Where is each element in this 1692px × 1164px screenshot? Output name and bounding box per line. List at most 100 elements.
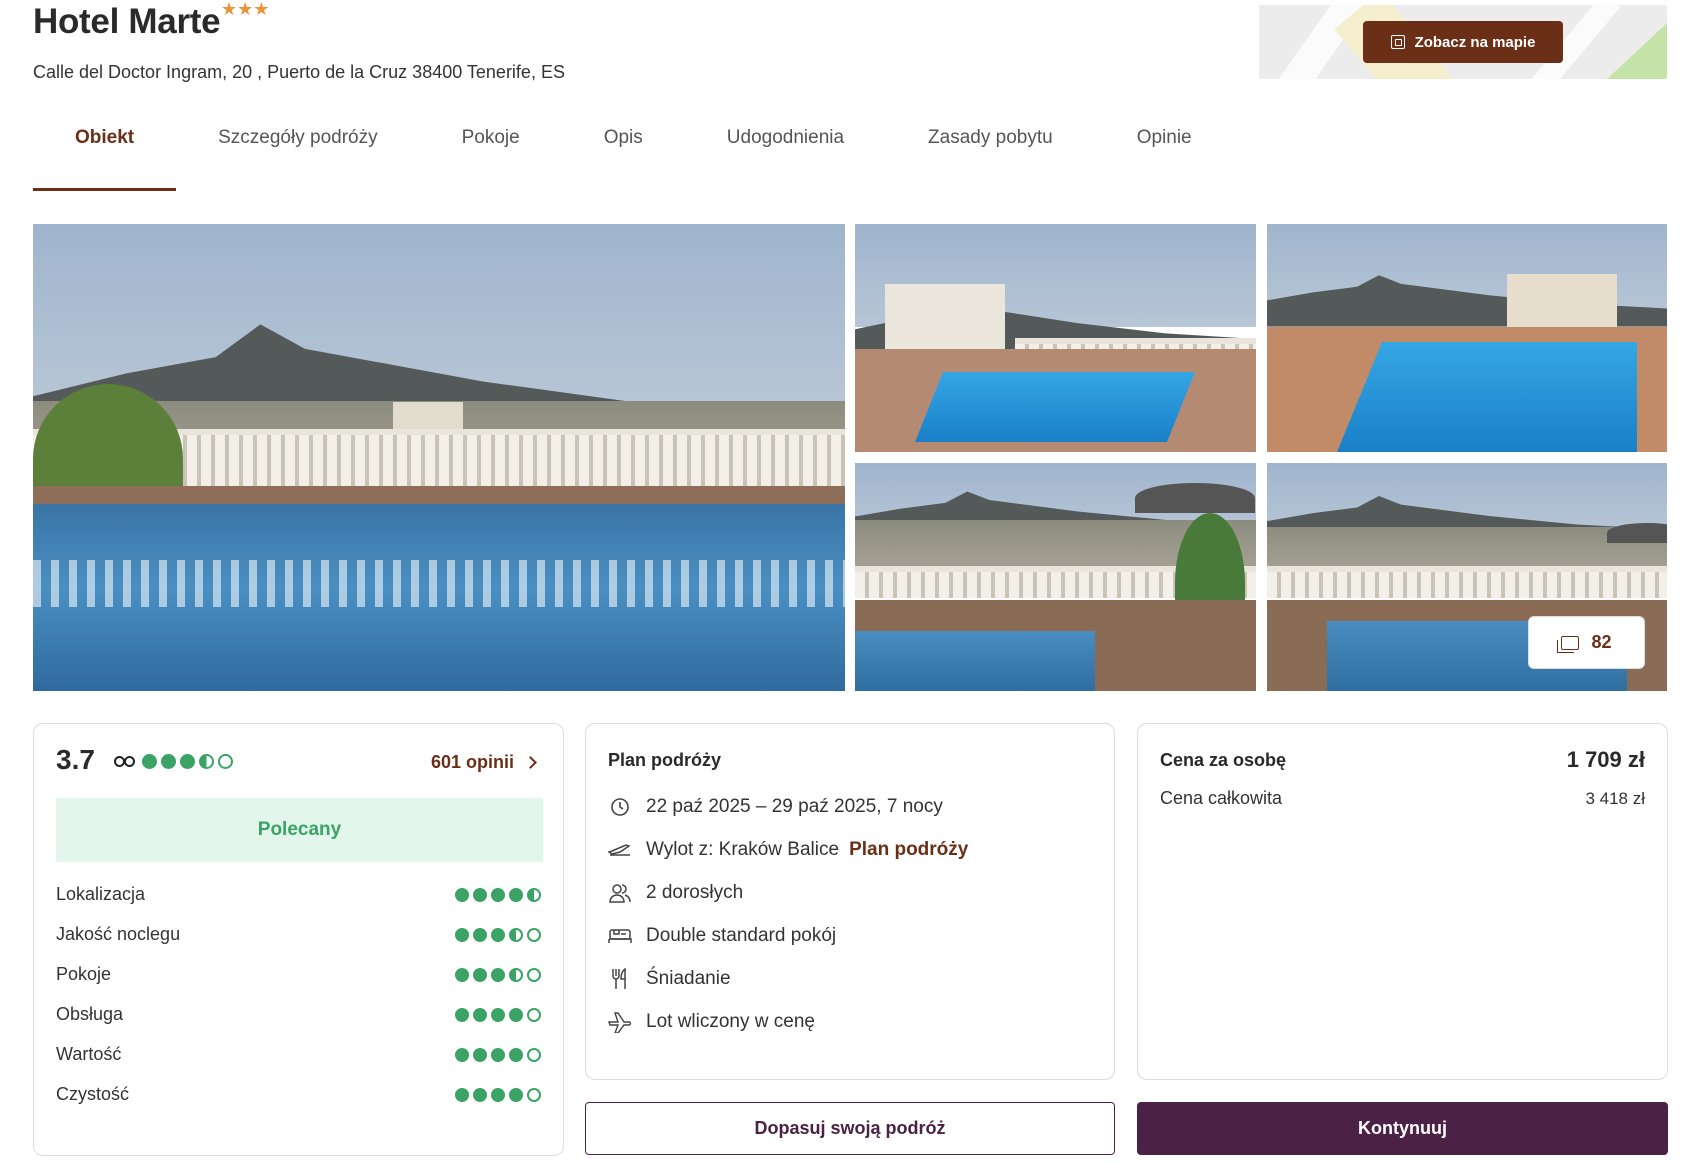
rating-criterion-label: Czystość [56,1084,130,1104]
rating-criterion-dots [455,888,541,902]
tab-house-rules[interactable]: Zasady pobytu [886,120,1095,191]
gallery-photo-2[interactable] [1267,224,1667,452]
rating-dot [455,1008,469,1022]
price-per-person-label: Cena za osobę [1160,750,1287,770]
rating-dot [491,1008,505,1022]
plan-title: Plan podróży [608,750,722,770]
rating-criterion-label: Jakość noclegu [56,924,181,944]
reviews-link[interactable]: 601 opinii [430,752,537,773]
plan-details-link[interactable]: Plan podróży [849,839,968,861]
rating-dot [509,1088,523,1102]
rating-dot [491,888,505,902]
rating-dot [473,1008,487,1022]
rating-dot [527,1048,541,1062]
see-on-map-label: Zobacz na mapie [1414,33,1536,51]
total-price-label: Cena całkowita [1160,788,1283,808]
rating-dot [180,754,195,769]
section-tabs: Obiekt Szczegóły podróży Pokoje Opis Udo… [33,120,1234,191]
see-on-map-button[interactable]: Zobacz na mapie [1363,21,1563,63]
rating-dot [491,1088,505,1102]
rating-card: 3.7 601 opinii Polecany Lokalizacja Jakoś… [33,723,564,1156]
continue-button[interactable]: Kontynuuj [1137,1102,1668,1155]
tab-rooms[interactable]: Pokoje [420,120,562,191]
rating-dot [509,1008,523,1022]
tripadvisor-icon [114,756,136,768]
calendar-icon [608,796,632,818]
rating-dot [473,968,487,982]
rating-dot [455,968,469,982]
recommended-badge: Polecany [56,798,543,862]
reviews-count: 601 opinii [430,752,514,772]
rating-criterion-label: Lokalizacja [56,884,146,904]
building-icon [1390,35,1405,49]
rating-dot [491,1048,505,1062]
rating-criterion-dots [455,1048,541,1062]
rating-score: 3.7 [56,744,95,775]
plan-departure-row: Wylot z: Kraków Balice Plan podróży [608,839,968,861]
gallery-photo-1[interactable] [855,224,1256,452]
tab-reviews[interactable]: Opinie [1095,120,1234,191]
hotel-name: Hotel Marte [33,2,221,41]
rating-criterion-dots [455,1008,541,1022]
plan-flight-row: Lot wliczony w cenę [608,1011,815,1033]
plane-icon [608,1011,632,1033]
gallery-photo-3[interactable] [855,463,1256,691]
rating-dot [455,928,469,942]
plan-room-row: Double standard pokój [608,925,836,947]
plane-departure-icon [608,839,632,861]
rating-dot [527,1088,541,1102]
cutlery-icon [608,968,632,990]
rating-dot [455,1088,469,1102]
rating-dot [527,1008,541,1022]
plan-room: Double standard pokój [646,925,837,946]
rating-dot [527,968,541,982]
rating-dot [218,754,233,769]
gallery-icon [1557,635,1580,653]
rating-criterion-label: Obsługa [56,1004,124,1024]
plan-guests: 2 dorosłych [646,882,744,903]
rating-dot [509,888,523,902]
rating-dot [509,928,523,942]
rating-dot [473,888,487,902]
plan-board: Śniadanie [646,968,731,989]
rating-criterion-dots [455,968,541,982]
rating-dot [509,968,523,982]
plan-flight: Lot wliczony w cenę [646,1011,815,1032]
rating-dot [455,1048,469,1062]
users-icon [608,882,632,904]
price-per-person-value: 1 709 zł [1566,747,1645,772]
customize-trip-button[interactable]: Dopasuj swoją podróż [585,1102,1115,1155]
rating-dot [473,1048,487,1062]
star-rating: ★★★ [221,0,270,19]
rating-dots [142,754,233,769]
tab-obiekt[interactable]: Obiekt [33,120,177,191]
rating-dot [491,968,505,982]
rating-dot [142,754,157,769]
rating-criterion-dots [455,1088,541,1102]
main-photo[interactable] [33,224,845,691]
rating-dot [161,754,176,769]
photo-count-value: 82 [1591,632,1612,652]
rating-criterion-label: Pokoje [56,964,112,984]
tab-trip-details[interactable]: Szczegóły podróży [176,120,419,191]
rating-dot [199,754,214,769]
rating-dot [455,888,469,902]
plan-departure: Wylot z: Kraków Balice [646,839,840,860]
total-price-value: 3 418 zł [1585,789,1645,808]
rating-dot [473,1088,487,1102]
photo-count-button[interactable]: 82 [1528,616,1645,669]
price-card: Cena za osobę 1 709 zł Cena całkowita 3 … [1137,723,1668,1080]
rating-criterion-dots [455,928,541,942]
rating-dot [527,888,541,902]
tab-amenities[interactable]: Udogodnienia [685,120,886,191]
plan-board-row: Śniadanie [608,968,731,990]
rating-dot [527,928,541,942]
tab-description[interactable]: Opis [562,120,685,191]
rating-dot [491,928,505,942]
hotel-address: Calle del Doctor Ingram, 20 , Puerto de … [33,62,565,82]
bed-icon [608,925,632,947]
rating-criterion-label: Wartość [56,1044,122,1064]
plan-dates: 22 paź 2025 – 29 paź 2025, 7 nocy [646,796,943,817]
chevron-right-icon [524,756,537,769]
rating-dot [473,928,487,942]
